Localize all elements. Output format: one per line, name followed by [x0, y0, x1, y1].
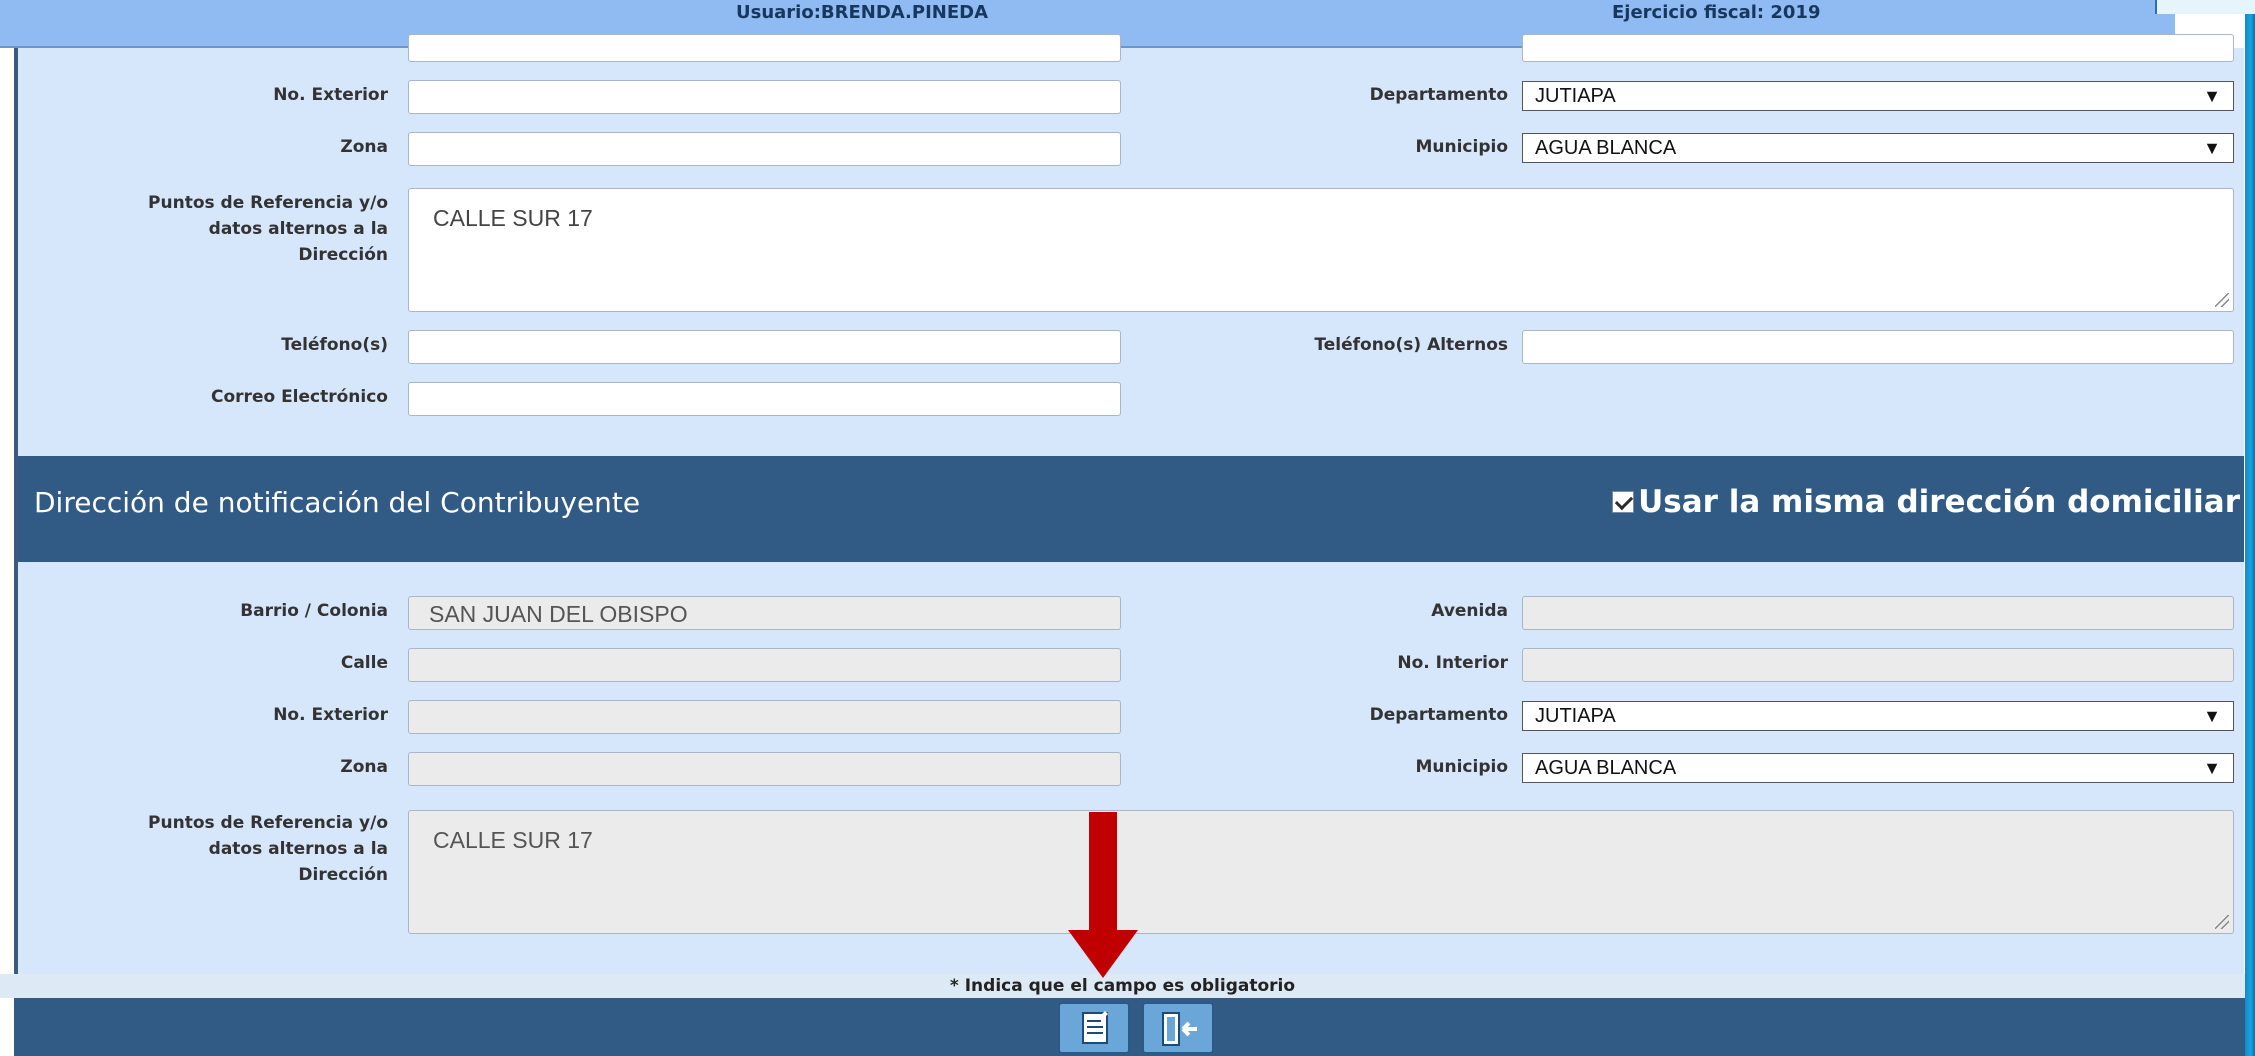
- municipio-select[interactable]: AGUA BLANCA ▼: [1522, 753, 2234, 783]
- no-interior-label: No. Interior: [1397, 653, 1508, 673]
- fiscal-year-label: Ejercicio fiscal: 2019: [1612, 2, 1821, 23]
- avenida-label: Avenida: [1431, 601, 1508, 621]
- partial-field-right[interactable]: [1522, 34, 2234, 62]
- dropdown-arrow-icon: ▼: [2203, 138, 2221, 158]
- exit-door-icon: [1162, 1012, 1197, 1046]
- puntos-referencia-label-line3: Dirección: [298, 245, 388, 265]
- departamento-select[interactable]: JUTIAPA ▼: [1522, 81, 2234, 111]
- puntos-referencia-label-line1: Puntos de Referencia y/o: [148, 813, 388, 833]
- decorative-side-stripe: [2245, 14, 2255, 1056]
- departamento-selected-value: JUTIAPA: [1535, 705, 1616, 727]
- save-button[interactable]: [1058, 1002, 1130, 1054]
- correo-input[interactable]: [408, 382, 1121, 416]
- telefono-alternos-label: Teléfono(s) Alternos: [1314, 335, 1508, 355]
- resize-grip-icon[interactable]: [2215, 915, 2229, 929]
- telefono-alternos-input[interactable]: [1522, 330, 2234, 364]
- municipio-label: Municipio: [1415, 757, 1508, 777]
- puntos-referencia-value: CALLE SUR 17: [433, 205, 593, 231]
- same-address-label: Usar la misma dirección domiciliar: [1638, 484, 2240, 520]
- municipio-selected-value: AGUA BLANCA: [1535, 757, 1677, 779]
- municipio-select[interactable]: AGUA BLANCA ▼: [1522, 133, 2234, 163]
- dropdown-arrow-icon: ▼: [2203, 706, 2221, 726]
- puntos-referencia-textarea[interactable]: CALLE SUR 17: [408, 188, 2234, 312]
- user-label: Usuario:BRENDA.PINEDA: [736, 2, 989, 23]
- departamento-selected-value: JUTIAPA: [1535, 85, 1616, 107]
- correo-label: Correo Electrónico: [211, 387, 388, 407]
- exit-button[interactable]: [1142, 1002, 1214, 1054]
- municipio-label: Municipio: [1415, 137, 1508, 157]
- section-title: Dirección de notificación del Contribuye…: [34, 486, 641, 519]
- same-address-toggle[interactable]: Usar la misma dirección domiciliar: [1612, 484, 2240, 520]
- notificacion-section-header: Dirección de notificación del Contribuye…: [14, 456, 2244, 562]
- puntos-referencia-label-line2: datos alternos a la: [208, 839, 388, 859]
- document-save-icon: [1082, 1011, 1108, 1044]
- puntos-referencia-label-line3: Dirección: [298, 865, 388, 885]
- red-annotation-arrow: [1068, 812, 1138, 978]
- no-interior-input[interactable]: [1522, 648, 2234, 682]
- avenida-input[interactable]: [1522, 596, 2234, 630]
- puntos-referencia-value: CALLE SUR 17: [433, 827, 593, 853]
- departamento-label: Departamento: [1369, 705, 1508, 725]
- departamento-label: Departamento: [1369, 85, 1508, 105]
- municipio-selected-value: AGUA BLANCA: [1535, 137, 1677, 159]
- dropdown-arrow-icon: ▼: [2203, 86, 2221, 106]
- departamento-select[interactable]: JUTIAPA ▼: [1522, 701, 2234, 731]
- puntos-referencia-label-line2: datos alternos a la: [208, 219, 388, 239]
- same-address-checkbox[interactable]: [1612, 491, 1635, 513]
- puntos-referencia-label-line1: Puntos de Referencia y/o: [148, 193, 388, 213]
- domicilio-form-panel: No. Exterior Departamento JUTIAPA ▼ Zona…: [14, 34, 2244, 456]
- resize-grip-icon[interactable]: [2215, 293, 2229, 307]
- puntos-referencia-textarea[interactable]: CALLE SUR 17: [408, 810, 2234, 934]
- dropdown-arrow-icon: ▼: [2203, 758, 2221, 778]
- corner-tab: [2155, 0, 2255, 14]
- partial-field-left[interactable]: [408, 34, 1121, 62]
